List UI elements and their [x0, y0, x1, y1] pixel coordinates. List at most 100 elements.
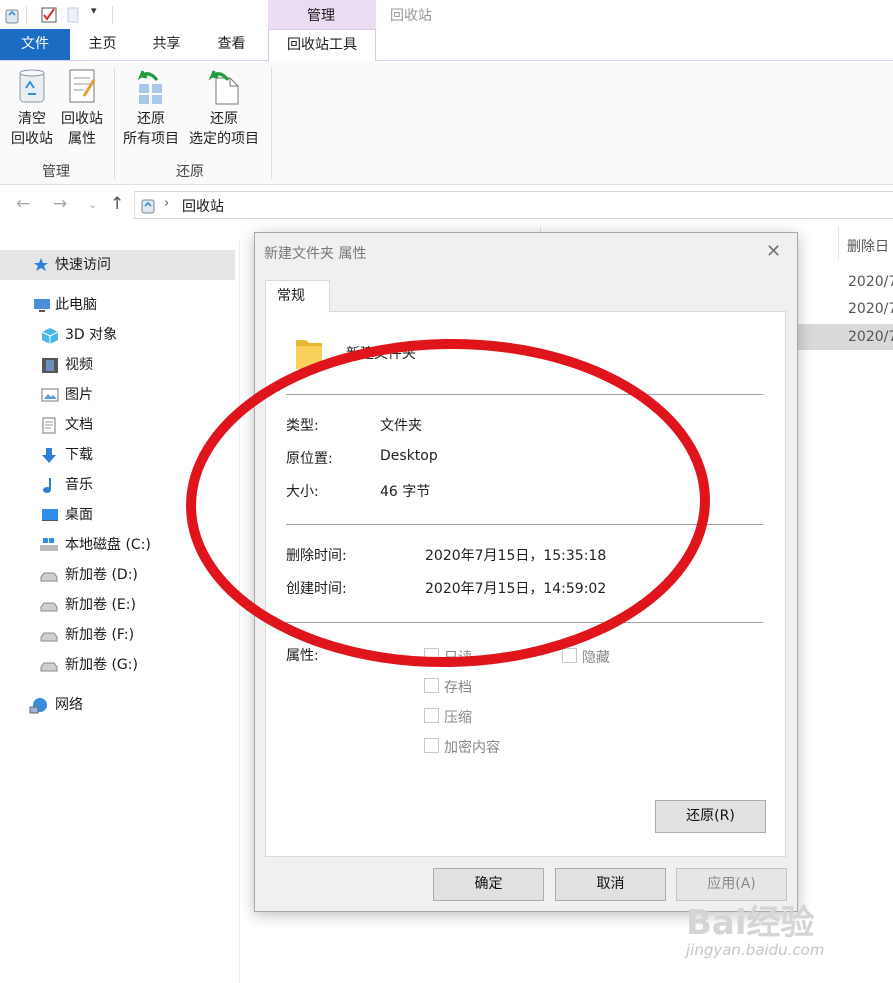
folder-icon: [296, 340, 322, 369]
nav-item-3d-objects[interactable]: 3D 对象: [41, 320, 117, 350]
up-arrow-icon[interactable]: ↑: [110, 194, 124, 214]
dialog-title: 新建文件夹 属性: [264, 246, 367, 262]
nav-item-music[interactable]: 音乐: [43, 470, 93, 500]
column-divider[interactable]: [838, 226, 839, 260]
tab-file[interactable]: 文件: [0, 29, 70, 60]
ribbon: 清空 回收站 回收站 属性 管理 还原 所有项目 还原 选定的项目 还原: [0, 61, 893, 185]
window-title: 回收站: [390, 8, 432, 24]
nav-item-documents[interactable]: 文档: [42, 410, 93, 440]
desktop-icon: [42, 509, 58, 521]
close-icon[interactable]: ✕: [766, 241, 781, 262]
nav-item-drive-e[interactable]: 新加卷 (E:): [40, 590, 136, 620]
new-folder-icon[interactable]: [66, 6, 80, 24]
restore-selected-icon: [208, 70, 239, 105]
size-label: 大小:: [286, 484, 319, 500]
nav-item-network[interactable]: 网络: [29, 690, 83, 720]
item-name: 新建文件夹: [346, 346, 416, 362]
type-value: 文件夹: [380, 418, 422, 434]
readonly-checkbox[interactable]: [424, 648, 439, 663]
tab-home[interactable]: 主页: [80, 29, 125, 60]
document-icon: [42, 417, 56, 434]
nav-item-drive-f[interactable]: 新加卷 (F:): [40, 620, 135, 650]
archive-checkbox[interactable]: [424, 678, 439, 693]
nav-item-drive-c[interactable]: 本地磁盘 (C:): [40, 530, 151, 560]
customize-toolbar-dropdown-icon[interactable]: ▾: [91, 4, 97, 17]
drive-icon: [40, 602, 58, 612]
origin-value: Desktop: [380, 448, 438, 464]
empty-bin-label-1: 清空: [18, 111, 46, 127]
size-value: 46 字节: [380, 484, 431, 500]
nav-label: 新加卷 (D:): [65, 567, 138, 583]
forward-arrow-icon[interactable]: →: [53, 194, 67, 214]
windows-drive-icon: [40, 538, 58, 551]
ribbon-group-divider: [271, 67, 272, 179]
restore-all-label-1: 还原: [137, 111, 165, 127]
compress-checkbox[interactable]: [424, 708, 439, 723]
tab-share[interactable]: 共享: [144, 29, 189, 60]
restore-selected-items-button[interactable]: 还原 选定的项目: [185, 66, 263, 149]
list-item-date[interactable]: 2020/7: [848, 301, 893, 317]
origin-label: 原位置:: [286, 451, 333, 467]
tab-general[interactable]: 常规: [265, 280, 330, 312]
picture-icon: [41, 388, 59, 402]
nav-label: 快速访问: [55, 257, 111, 273]
context-group-label: 管理: [307, 8, 335, 24]
empty-bin-label-2: 回收站: [11, 131, 53, 147]
nav-label: 新加卷 (E:): [65, 597, 136, 613]
ok-button[interactable]: 确定: [433, 868, 544, 901]
nav-label: 网络: [55, 697, 83, 713]
nav-label: 音乐: [65, 477, 93, 493]
nav-label: 桌面: [65, 507, 93, 523]
recycle-bin-properties-button[interactable]: 回收站 属性: [58, 66, 106, 149]
column-header-date-deleted[interactable]: 删除日: [847, 236, 889, 256]
bin-properties-label-2: 属性: [68, 131, 96, 147]
film-icon: [42, 358, 58, 373]
tab-view[interactable]: 查看: [209, 29, 254, 60]
ribbon-group-restore: 还原: [176, 164, 204, 180]
recycle-bin-icon: [19, 69, 45, 103]
drive-icon: [40, 572, 58, 582]
nav-label: 新加卷 (G:): [65, 657, 138, 673]
list-item-date-selected[interactable]: 2020/7: [798, 324, 893, 350]
created-time-label: 创建时间:: [286, 581, 347, 597]
restore-button[interactable]: 还原(R): [655, 800, 766, 833]
nav-label: 视频: [65, 357, 93, 373]
properties-check-icon[interactable]: [40, 6, 58, 24]
nav-item-pictures[interactable]: 图片: [41, 380, 93, 410]
encrypt-checkbox[interactable]: [424, 738, 439, 753]
address-path[interactable]: 回收站: [182, 196, 224, 216]
nav-label: 新加卷 (F:): [65, 627, 135, 643]
cube-icon: [41, 328, 59, 344]
nav-label: 此电脑: [55, 297, 97, 313]
nav-item-desktop[interactable]: 桌面: [42, 500, 93, 530]
nav-item-drive-g[interactable]: 新加卷 (G:): [40, 650, 138, 680]
address-bar[interactable]: › 回收站: [134, 191, 893, 219]
breadcrumb-chevron-icon[interactable]: ›: [164, 196, 169, 211]
drive-icon: [40, 632, 58, 642]
attributes-label: 属性:: [286, 648, 319, 664]
restore-all-icon: [137, 70, 162, 104]
empty-recycle-bin-button[interactable]: 清空 回收站: [8, 66, 56, 149]
nav-item-this-pc[interactable]: 此电脑: [34, 290, 97, 320]
network-icon: [29, 698, 47, 714]
tab-recycle-bin-tools[interactable]: 回收站工具: [268, 29, 376, 61]
divider: [286, 524, 763, 525]
nav-item-quick-access[interactable]: 快速访问: [0, 250, 235, 280]
recent-locations-chevron-icon[interactable]: ⌄: [88, 198, 97, 211]
nav-label: 图片: [65, 387, 93, 403]
cancel-button[interactable]: 取消: [555, 868, 666, 901]
properties-sheet-icon: [69, 69, 96, 103]
type-label: 类型:: [286, 418, 319, 434]
back-arrow-icon[interactable]: ←: [16, 194, 30, 214]
recycle-bin-small-icon[interactable]: [4, 6, 20, 24]
nav-item-downloads[interactable]: 下载: [42, 440, 93, 470]
list-item-date[interactable]: 2020/7: [848, 274, 893, 290]
ribbon-group-manage: 管理: [42, 164, 70, 180]
nav-item-drive-d[interactable]: 新加卷 (D:): [40, 560, 138, 590]
restore-all-items-button[interactable]: 还原 所有项目: [119, 66, 183, 149]
hidden-checkbox[interactable]: [562, 648, 577, 663]
address-row: ← → ⌄ ↑ › 回收站: [0, 188, 893, 224]
nav-item-videos[interactable]: 视频: [42, 350, 93, 380]
nav-label: 下载: [65, 447, 93, 463]
navigation-pane: 快速访问 此电脑 3D 对象 视频 图片 文档 下载 音乐 桌面 本地磁盘 (C…: [0, 240, 240, 983]
